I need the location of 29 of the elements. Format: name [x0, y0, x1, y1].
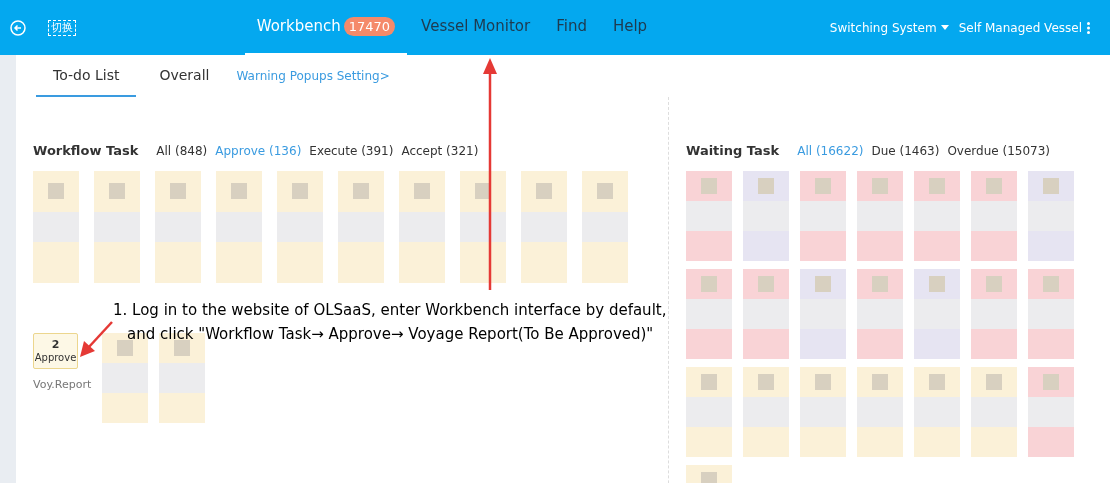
- arrow: [80, 321, 113, 357]
- nav-tab[interactable]: Vessel Monitor: [409, 0, 543, 55]
- tile-label: Voy.Report: [33, 376, 92, 393]
- caret-icon: [940, 25, 949, 30]
- back-icon[interactable]: [10, 19, 26, 36]
- filter-tab[interactable]: All (848): [156, 141, 208, 160]
- filter-tab[interactable]: Accept (321): [401, 141, 479, 160]
- tile-count: 2: [51, 337, 60, 351]
- section-title: Workflow Task: [33, 142, 139, 160]
- subtab[interactable]: Overall: [142, 55, 227, 97]
- filter-tab[interactable]: Due (1463): [871, 141, 940, 160]
- switch-logo[interactable]: 切换: [48, 19, 76, 36]
- filter-tab[interactable]: Overdue (15073): [947, 141, 1050, 160]
- filter-tab[interactable]: Execute (391): [309, 141, 394, 160]
- nav-tab[interactable]: Help: [600, 0, 660, 55]
- approve-tile[interactable]: 2 Approve: [33, 332, 78, 369]
- count-badge: 17470: [343, 16, 396, 37]
- system-dropdown[interactable]: Switching System: [829, 18, 949, 37]
- settings-link[interactable]: Warning Popups Setting>: [232, 55, 390, 97]
- more-icon: [1087, 21, 1090, 34]
- nav-tab[interactable]: Workbench 17470: [244, 0, 408, 55]
- section-title: Waiting Task: [686, 142, 780, 160]
- nav-tab[interactable]: Find: [544, 0, 599, 55]
- vessel-menu[interactable]: Self Managed Vessel: [958, 18, 1090, 37]
- filter-tab[interactable]: Approve (136): [215, 141, 302, 160]
- subtab[interactable]: To-do List: [36, 55, 137, 97]
- tile-action: Approve: [34, 350, 77, 364]
- annotation-text: 1. Log in to the website of OLSaaS, enter Workbench interface by default, and click "Workflow Task→ Approve→ Voyage Report(To Be Approved)": [113, 300, 667, 345]
- filter-tab[interactable]: All (16622): [797, 141, 864, 160]
